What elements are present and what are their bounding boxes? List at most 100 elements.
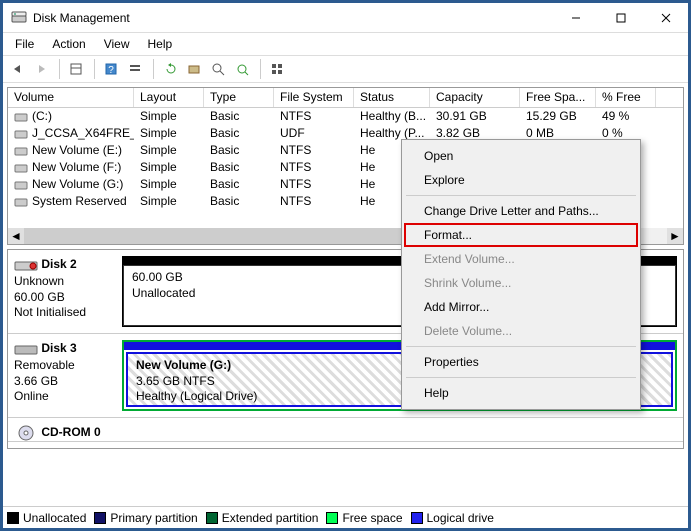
menu-action[interactable]: Action [44,35,93,53]
cdrom-icon [14,424,38,442]
ctx-properties[interactable]: Properties [404,350,638,374]
cell-fs: NTFS [274,108,354,125]
cell-layout: Simple [134,193,204,210]
cell-free: 15.29 GB [520,108,596,125]
toolbar: ? [3,55,688,83]
app-icon [11,10,27,26]
legend-label: Free space [342,511,402,525]
cell-fs: NTFS [274,142,354,159]
swatch-logical [411,512,423,524]
titlebar: Disk Management [3,3,688,33]
toolbar-views-icon[interactable] [66,58,88,80]
forward-button[interactable] [31,58,53,80]
cell-status: Healthy (B... [354,108,430,125]
swatch-primary [94,512,106,524]
swatch-extended [206,512,218,524]
menu-help[interactable]: Help [140,35,181,53]
toolbar-list-icon[interactable] [125,58,147,80]
col-layout[interactable]: Layout [134,88,204,107]
cell-type: Basic [204,176,274,193]
scroll-left-icon[interactable]: ◄ [8,228,24,244]
ctx-add-mirror[interactable]: Add Mirror... [404,295,638,319]
cell-type: Basic [204,193,274,210]
maximize-button[interactable] [598,3,643,32]
cell-fs: UDF [274,125,354,142]
segment-size: 3.65 GB NTFS [136,374,215,388]
swatch-freespace [326,512,338,524]
volume-icon [14,179,28,191]
legend-label: Extended partition [222,511,319,525]
cell-layout: Simple [134,142,204,159]
volume-icon [14,128,28,140]
cell-volume: (C:) [32,109,52,123]
disk-icon [14,340,38,358]
disk-icon [14,256,38,274]
ctx-format[interactable]: Format... [404,223,638,247]
ctx-change-letter[interactable]: Change Drive Letter and Paths... [404,199,638,223]
disk-kind: Removable [14,358,75,372]
disk-state: Not Initialised [14,305,86,319]
cell-type: Basic [204,142,274,159]
legend: Unallocated Primary partition Extended p… [3,506,688,528]
volume-list-header: Volume Layout Type File System Status Ca… [8,88,683,108]
disk-name: CD-ROM 0 [41,425,100,439]
ctx-delete: Delete Volume... [404,319,638,343]
disk-kind: Unknown [14,274,64,288]
cell-pct: 49 % [596,108,656,125]
volume-icon [14,162,28,174]
legend-label: Unallocated [23,511,86,525]
cell-capacity: 30.91 GB [430,108,520,125]
volume-row[interactable]: (C:) SimpleBasicNTFSHealthy (B...30.91 GB… [8,108,683,125]
close-button[interactable] [643,3,688,32]
menu-file[interactable]: File [7,35,42,53]
menu-view[interactable]: View [96,35,138,53]
segment-name: New Volume (G:) [136,358,231,372]
volume-icon [14,145,28,157]
legend-label: Primary partition [110,511,197,525]
toolbar-settings-icon[interactable] [267,58,289,80]
ctx-help[interactable]: Help [404,381,638,405]
minimize-button[interactable] [553,3,598,32]
ctx-extend: Extend Volume... [404,247,638,271]
cell-layout: Simple [134,176,204,193]
disk-size: 3.66 GB [14,374,58,388]
disk-name: Disk 2 [41,257,76,271]
cell-type: Basic [204,108,274,125]
col-free[interactable]: Free Spa... [520,88,596,107]
disk-size: 60.00 GB [14,290,65,304]
help-icon[interactable]: ? [101,58,123,80]
segment-state: Healthy (Logical Drive) [136,389,257,403]
window-title: Disk Management [33,11,553,25]
toolbar-search-icon[interactable] [232,58,254,80]
col-filesystem[interactable]: File System [274,88,354,107]
menubar: File Action View Help [3,33,688,55]
segment-state: Unallocated [132,286,195,300]
cell-layout: Simple [134,108,204,125]
col-status[interactable]: Status [354,88,430,107]
disk-row[interactable]: CD-ROM 0 [8,418,683,442]
cell-volume: New Volume (F:) [32,160,121,174]
ctx-explore[interactable]: Explore [404,168,638,192]
ctx-open[interactable]: Open [404,144,638,168]
cell-layout: Simple [134,159,204,176]
toolbar-action-icon[interactable] [184,58,206,80]
scroll-right-icon[interactable]: ► [667,228,683,244]
col-volume[interactable]: Volume [8,88,134,107]
svg-text:?: ? [108,65,114,76]
toolbar-scan-icon[interactable] [208,58,230,80]
cell-fs: NTFS [274,193,354,210]
col-capacity[interactable]: Capacity [430,88,520,107]
cell-volume: New Volume (G:) [32,177,123,191]
cell-type: Basic [204,125,274,142]
cell-fs: NTFS [274,159,354,176]
volume-icon [14,196,28,208]
disk-state: Online [14,389,49,403]
disk-name: Disk 3 [41,341,76,355]
cell-fs: NTFS [274,176,354,193]
col-pctfree[interactable]: % Free [596,88,656,107]
col-type[interactable]: Type [204,88,274,107]
back-button[interactable] [7,58,29,80]
cell-type: Basic [204,159,274,176]
volume-icon [14,111,28,123]
refresh-icon[interactable] [160,58,182,80]
